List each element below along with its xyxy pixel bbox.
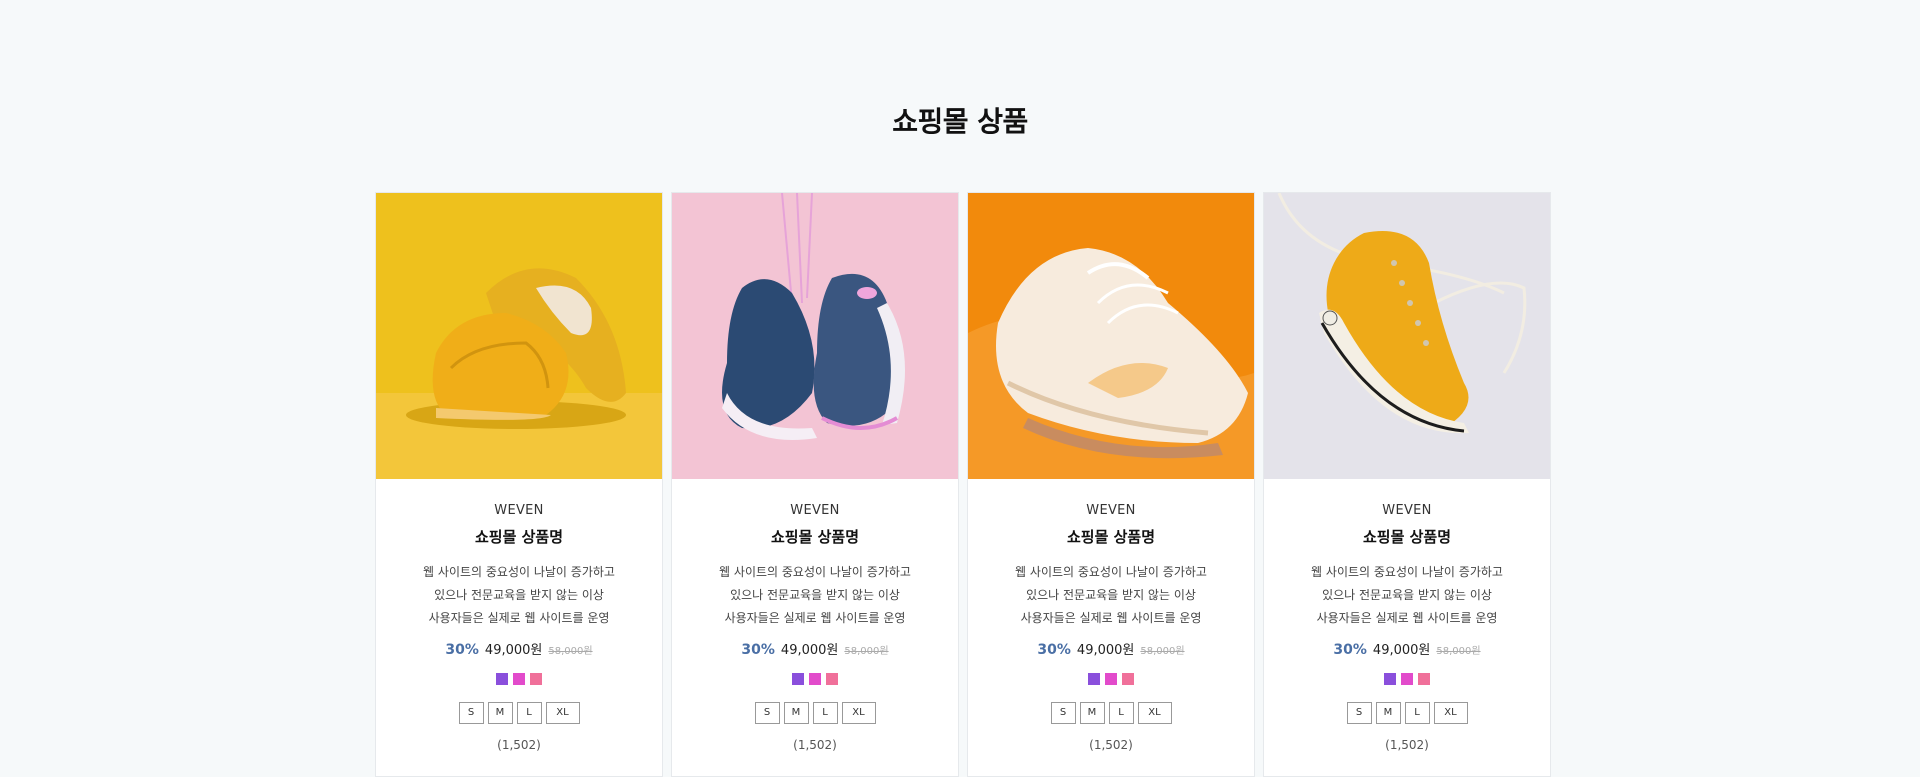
description-line: 웹 사이트의 중요성이 나날이 증가하고 [423, 565, 615, 579]
brand-name: WEVEN [790, 503, 840, 518]
product-grid: WEVEN 쇼핑몰 상품명 웹 사이트의 중요성이 나날이 증가하고 있으나 전… [375, 192, 1551, 777]
size-options: S M L XL [1264, 702, 1550, 724]
size-s[interactable]: S [1050, 702, 1076, 724]
price-row: 30% 49,000원 58,000원 [376, 639, 662, 658]
size-xl[interactable]: XL [841, 702, 876, 724]
price-row: 30% 49,000원 58,000원 [968, 639, 1254, 658]
yellow-sneakers-image [376, 193, 662, 479]
color-swatch-pink[interactable] [826, 673, 838, 685]
description-line: 있으나 전문교육을 받지 않는 이상 [1322, 588, 1492, 602]
product-name[interactable]: 쇼핑몰 상품명 [376, 526, 662, 547]
sale-price: 49,000원 [780, 643, 839, 658]
description-line: 있으나 전문교육을 받지 않는 이상 [1026, 588, 1196, 602]
original-price: 58,000원 [844, 646, 889, 657]
review-count: (1,502) [1385, 738, 1429, 752]
price-row: 30% 49,000원 58,000원 [672, 639, 958, 658]
product-card[interactable]: WEVEN 쇼핑몰 상품명 웹 사이트의 중요성이 나날이 증가하고 있으나 전… [375, 192, 663, 777]
size-s[interactable]: S [754, 702, 780, 724]
color-swatch-purple[interactable] [1088, 673, 1100, 685]
discount-rate: 30% [445, 642, 479, 658]
color-swatch-pink[interactable] [1418, 673, 1430, 685]
discount-rate: 30% [1037, 642, 1071, 658]
size-l[interactable]: L [1108, 702, 1134, 724]
product-image[interactable] [968, 193, 1254, 479]
product-description: 웹 사이트의 중요성이 나날이 증가하고 있으나 전문교육을 받지 않는 이상 … [404, 561, 634, 630]
size-xl[interactable]: XL [545, 702, 580, 724]
color-swatch-magenta[interactable] [809, 673, 821, 685]
description-line: 있으나 전문교육을 받지 않는 이상 [434, 588, 604, 602]
section-title: 쇼핑몰 상품 [892, 105, 1028, 138]
size-l[interactable]: L [812, 702, 838, 724]
description-line: 웹 사이트의 중요성이 나날이 증가하고 [1015, 565, 1207, 579]
price-row: 30% 49,000원 58,000원 [1264, 639, 1550, 658]
size-options: S M L XL [376, 702, 662, 724]
product-name[interactable]: 쇼핑몰 상품명 [672, 526, 958, 547]
sale-price: 49,000원 [1372, 643, 1431, 658]
original-price: 58,000원 [1436, 646, 1481, 657]
review-count: (1,502) [793, 738, 837, 752]
yellow-hightop-sneaker-image [1264, 193, 1550, 479]
description-line: 웹 사이트의 중요성이 나날이 증가하고 [719, 565, 911, 579]
color-swatch-magenta[interactable] [513, 673, 525, 685]
discount-rate: 30% [741, 642, 775, 658]
original-price: 58,000원 [1140, 646, 1185, 657]
product-image[interactable] [1264, 193, 1550, 479]
hanging-navy-sneakers-image [672, 193, 958, 479]
product-description: 웹 사이트의 중요성이 나날이 증가하고 있으나 전문교육을 받지 않는 이상 … [700, 561, 930, 630]
product-card[interactable]: WEVEN 쇼핑몰 상품명 웹 사이트의 중요성이 나날이 증가하고 있으나 전… [1263, 192, 1551, 777]
product-description: 웹 사이트의 중요성이 나날이 증가하고 있으나 전문교육을 받지 않는 이상 … [1292, 561, 1522, 630]
product-card[interactable]: WEVEN 쇼핑몰 상품명 웹 사이트의 중요성이 나날이 증가하고 있으나 전… [967, 192, 1255, 777]
color-swatch-pink[interactable] [1122, 673, 1134, 685]
color-swatches [1264, 673, 1550, 685]
size-l[interactable]: L [516, 702, 542, 724]
color-swatches [672, 673, 958, 685]
product-description: 웹 사이트의 중요성이 나날이 증가하고 있으나 전문교육을 받지 않는 이상 … [996, 561, 1226, 630]
color-swatch-magenta[interactable] [1401, 673, 1413, 685]
review-count: (1,502) [1089, 738, 1133, 752]
description-line: 있으나 전문교육을 받지 않는 이상 [730, 588, 900, 602]
color-swatches [968, 673, 1254, 685]
color-swatches [376, 673, 662, 685]
product-card[interactable]: WEVEN 쇼핑몰 상품명 웹 사이트의 중요성이 나날이 증가하고 있으나 전… [671, 192, 959, 777]
review-count: (1,502) [497, 738, 541, 752]
description-line: 사용자들은 실제로 웹 사이트를 운영 [1020, 611, 1202, 625]
size-s[interactable]: S [1346, 702, 1372, 724]
brand-name: WEVEN [1086, 503, 1136, 518]
description-line: 사용자들은 실제로 웹 사이트를 운영 [428, 611, 610, 625]
size-xl[interactable]: XL [1137, 702, 1172, 724]
discount-rate: 30% [1333, 642, 1367, 658]
color-swatch-pink[interactable] [530, 673, 542, 685]
size-l[interactable]: L [1404, 702, 1430, 724]
color-swatch-magenta[interactable] [1105, 673, 1117, 685]
size-options: S M L XL [672, 702, 958, 724]
color-swatch-purple[interactable] [792, 673, 804, 685]
description-line: 사용자들은 실제로 웹 사이트를 운영 [1316, 611, 1498, 625]
size-m[interactable]: M [487, 702, 513, 724]
original-price: 58,000원 [548, 646, 593, 657]
description-line: 웹 사이트의 중요성이 나날이 증가하고 [1311, 565, 1503, 579]
size-m[interactable]: M [1079, 702, 1105, 724]
size-xl[interactable]: XL [1433, 702, 1468, 724]
sale-price: 49,000원 [484, 643, 543, 658]
product-name[interactable]: 쇼핑몰 상품명 [1264, 526, 1550, 547]
color-swatch-purple[interactable] [1384, 673, 1396, 685]
brand-name: WEVEN [1382, 503, 1432, 518]
size-m[interactable]: M [1375, 702, 1401, 724]
size-options: S M L XL [968, 702, 1254, 724]
product-image[interactable] [376, 193, 662, 479]
product-image[interactable] [672, 193, 958, 479]
product-name[interactable]: 쇼핑몰 상품명 [968, 526, 1254, 547]
size-m[interactable]: M [783, 702, 809, 724]
description-line: 사용자들은 실제로 웹 사이트를 운영 [724, 611, 906, 625]
size-s[interactable]: S [458, 702, 484, 724]
brand-name: WEVEN [494, 503, 544, 518]
white-sneaker-orange-image [968, 193, 1254, 479]
sale-price: 49,000원 [1076, 643, 1135, 658]
color-swatch-purple[interactable] [496, 673, 508, 685]
